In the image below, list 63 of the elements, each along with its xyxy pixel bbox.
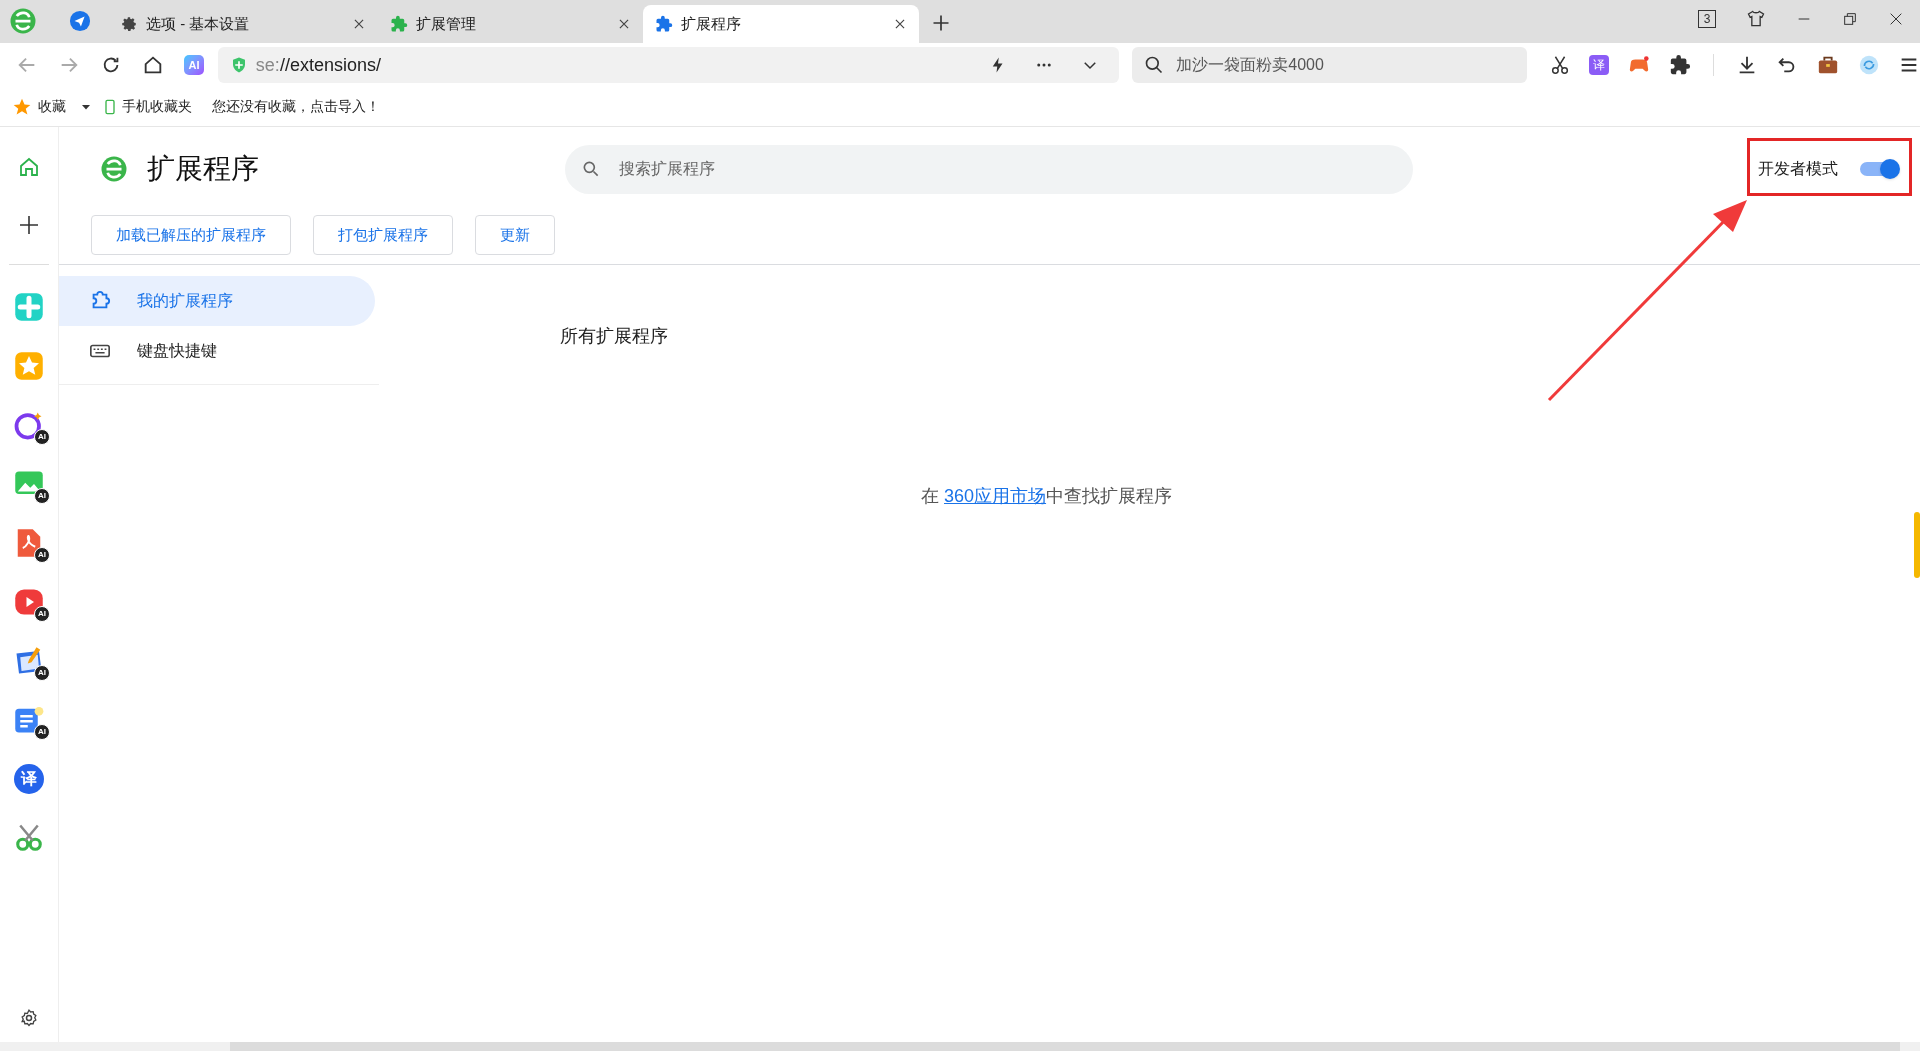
close-icon[interactable] bbox=[893, 17, 907, 31]
sidebar-item[interactable]: 键盘快捷键 bbox=[59, 326, 375, 376]
scissors-icon[interactable] bbox=[1549, 54, 1571, 76]
toolbar-button[interactable]: 加载已解压的扩展程序 bbox=[91, 215, 291, 255]
developer-mode-toggle[interactable] bbox=[1860, 159, 1900, 179]
tab-title: 扩展程序 bbox=[681, 13, 742, 34]
phone-icon bbox=[102, 97, 118, 116]
tab-count-badge[interactable]: 3 bbox=[1698, 10, 1716, 28]
settings-icon[interactable] bbox=[19, 1008, 39, 1028]
search-icon bbox=[1144, 55, 1165, 75]
favorites-button[interactable]: 收藏 bbox=[12, 96, 66, 117]
home-icon[interactable] bbox=[142, 54, 164, 76]
sidebar-item[interactable]: 我的扩展程序 bbox=[59, 276, 375, 326]
address-bar[interactable]: se://extensions/ bbox=[217, 47, 1120, 83]
browser-tab[interactable]: 选项 - 基本设置 bbox=[108, 5, 378, 43]
notes-app-icon bbox=[14, 705, 44, 735]
browser-tab[interactable]: 扩展管理 bbox=[378, 5, 643, 43]
ai-badge: AI bbox=[34, 724, 50, 740]
ai-badge: AI bbox=[34, 429, 50, 445]
horizontal-scrollbar[interactable] bbox=[230, 1042, 1900, 1051]
gear-icon bbox=[120, 15, 138, 33]
board-app-icon bbox=[14, 646, 44, 676]
store-link[interactable]: 360应用市场 bbox=[944, 486, 1047, 506]
translate-button[interactable]: 译 bbox=[1589, 55, 1609, 75]
tab-title: 扩展管理 bbox=[416, 13, 477, 34]
puzzle-icon bbox=[655, 15, 673, 33]
toolbar-button[interactable]: 更新 bbox=[475, 215, 555, 255]
extension-search-field[interactable]: 搜索扩展程序 bbox=[565, 144, 1413, 194]
shirt-icon[interactable] bbox=[1746, 9, 1766, 29]
puzzle-icon[interactable] bbox=[1669, 54, 1691, 76]
search-icon bbox=[581, 159, 601, 179]
briefcase-icon[interactable] bbox=[1816, 54, 1840, 76]
tab-title: 选项 - 基本设置 bbox=[146, 13, 251, 34]
page-title: 扩展程序 bbox=[147, 152, 259, 186]
puzzle-icon bbox=[390, 15, 408, 33]
toolbar-button[interactable]: 打包扩展程序 bbox=[313, 215, 453, 255]
mobile-favorites-button[interactable]: 手机收藏夹 bbox=[102, 96, 192, 117]
search-field[interactable]: 加沙一袋面粉卖4000 bbox=[1132, 47, 1527, 83]
browser-tab[interactable]: 扩展程序 bbox=[643, 5, 919, 43]
close-icon[interactable] bbox=[1888, 11, 1904, 27]
close-icon[interactable] bbox=[352, 17, 366, 31]
ai-badge: AI bbox=[34, 665, 50, 681]
developer-mode-label: 开发者模式 bbox=[1758, 159, 1838, 179]
ai-badge: AI bbox=[34, 606, 50, 622]
ai-badge: AI bbox=[34, 547, 50, 563]
new-tab-icon[interactable] bbox=[931, 13, 951, 33]
close-icon[interactable] bbox=[617, 17, 631, 31]
extension-logo-icon bbox=[99, 154, 129, 184]
send-icon[interactable] bbox=[69, 10, 91, 32]
scroll-indicator bbox=[1914, 512, 1920, 578]
sidebar-app[interactable]: 译 bbox=[12, 762, 46, 796]
play-app-icon bbox=[14, 587, 44, 617]
section-heading: 所有扩展程序 bbox=[560, 325, 669, 348]
import-hint-link[interactable]: 您还没有收藏，点击导入！ bbox=[212, 96, 380, 117]
browser-logo-icon[interactable] bbox=[8, 6, 38, 36]
restore-icon[interactable] bbox=[1842, 11, 1858, 27]
empty-state-message: 在 360应用市场中查找扩展程序 bbox=[921, 485, 1174, 508]
ring-app-icon bbox=[14, 410, 44, 440]
home-icon bbox=[17, 155, 41, 179]
ai-badge: AI bbox=[34, 488, 50, 504]
sync-icon[interactable] bbox=[1858, 54, 1880, 76]
url-text: se://extensions/ bbox=[255, 53, 381, 77]
add-icon bbox=[17, 213, 41, 237]
